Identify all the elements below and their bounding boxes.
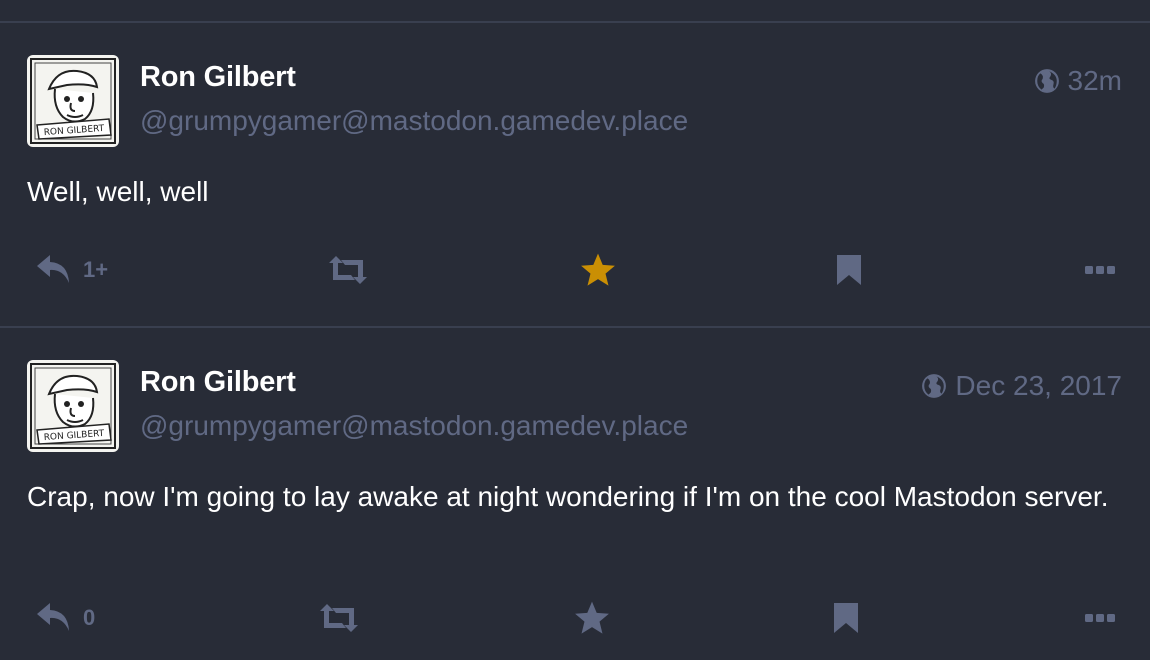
bookmark-button[interactable] bbox=[833, 598, 859, 638]
account-handle[interactable]: @grumpygamer@mastodon.gamedev.place bbox=[140, 105, 688, 137]
reply-button[interactable]: 1+ bbox=[35, 250, 108, 290]
favourite-button[interactable] bbox=[573, 598, 611, 638]
status-action-bar: 0 bbox=[0, 598, 1150, 638]
reply-count: 1+ bbox=[83, 257, 109, 282]
status-content: Well, well, well bbox=[27, 176, 209, 207]
boost-button[interactable] bbox=[318, 598, 360, 638]
status-card[interactable]: RON GILBERT Ron Gilbert @grumpygamer@mas… bbox=[0, 360, 1150, 660]
divider bbox=[0, 21, 1150, 23]
status-card[interactable]: RON GILBERT Ron Gilbert @grumpygamer@mas… bbox=[0, 55, 1150, 305]
status-meta[interactable]: 32m bbox=[1034, 65, 1122, 97]
display-name[interactable]: Ron Gilbert bbox=[140, 366, 296, 399]
boost-button[interactable] bbox=[327, 250, 369, 290]
ellipsis-icon bbox=[1085, 613, 1115, 623]
ellipsis-icon bbox=[1085, 265, 1115, 275]
star-icon bbox=[573, 600, 611, 636]
more-button[interactable] bbox=[1085, 250, 1115, 290]
star-icon bbox=[579, 252, 617, 288]
more-button[interactable] bbox=[1085, 598, 1115, 638]
avatar[interactable]: RON GILBERT bbox=[27, 360, 119, 452]
reply-count: 0 bbox=[83, 605, 96, 630]
reply-icon bbox=[35, 601, 73, 635]
status-feed: RON GILBERT Ron Gilbert @grumpygamer@mas… bbox=[0, 0, 1150, 660]
avatar[interactable]: RON GILBERT bbox=[27, 55, 119, 147]
display-name[interactable]: Ron Gilbert bbox=[140, 61, 296, 94]
boost-icon bbox=[318, 603, 360, 633]
status-content: Crap, now I'm going to lay awake at nigh… bbox=[27, 481, 1109, 512]
reply-icon bbox=[35, 253, 73, 287]
status-timestamp[interactable]: Dec 23, 2017 bbox=[955, 370, 1122, 402]
status-action-bar: 1+ bbox=[0, 250, 1150, 290]
bookmark-icon bbox=[836, 254, 862, 286]
bookmark-icon bbox=[833, 602, 859, 634]
status-timestamp[interactable]: 32m bbox=[1068, 65, 1122, 97]
divider bbox=[0, 326, 1150, 328]
bookmark-button[interactable] bbox=[836, 250, 862, 290]
globe-icon bbox=[1034, 68, 1060, 94]
boost-icon bbox=[327, 255, 369, 285]
account-handle[interactable]: @grumpygamer@mastodon.gamedev.place bbox=[140, 410, 688, 442]
globe-icon bbox=[921, 373, 947, 399]
reply-button[interactable]: 0 bbox=[35, 598, 95, 638]
favourite-button[interactable] bbox=[579, 250, 617, 290]
status-meta[interactable]: Dec 23, 2017 bbox=[921, 370, 1122, 402]
